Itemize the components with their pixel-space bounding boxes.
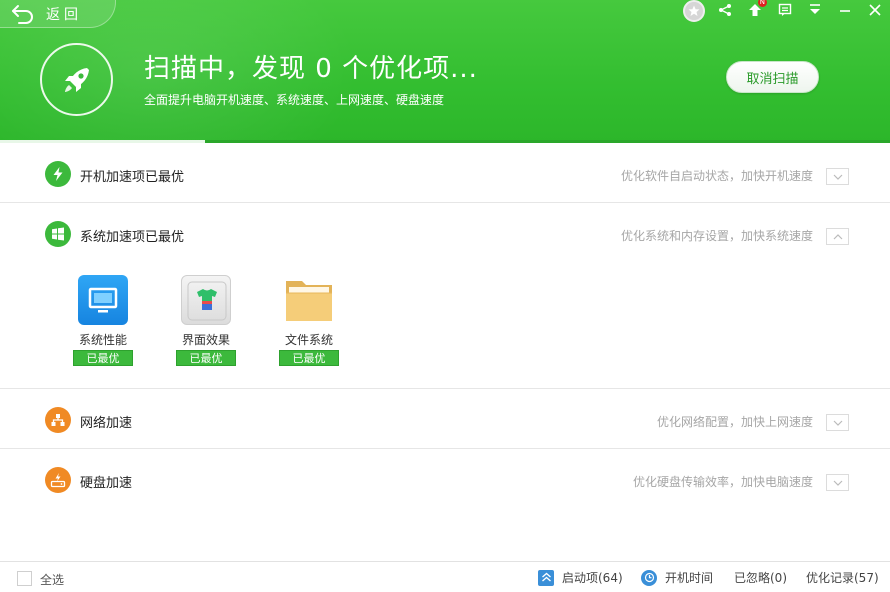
section-boot: 开机加速项已最优 优化软件自启动状态，加快开机速度	[0, 143, 890, 203]
upgrade-button[interactable]: N	[740, 0, 770, 19]
message-icon	[778, 3, 792, 16]
section-title: 硬盘加速	[80, 476, 133, 491]
section-header-harddisk[interactable]: 硬盘加速 优化硬盘传输效率，加快电脑速度	[0, 449, 890, 509]
chevron-down-icon	[833, 420, 842, 426]
window-controls: N	[710, 0, 890, 20]
section-header-network[interactable]: 网络加速 优化网络配置，加快上网速度	[0, 389, 890, 449]
optimization-items: 系统性能 已最优 界面效果 已最优 文件系统 已最优	[0, 263, 890, 388]
item-interface-effects[interactable]: 界面效果 已最优	[171, 275, 241, 375]
section-icon-boot	[45, 161, 71, 187]
network-icon	[51, 414, 65, 426]
back-arrow-icon	[12, 4, 33, 24]
select-all-label: 全选	[40, 573, 65, 587]
footer-bar: 全选 启动项(64) 开机时间 已忽略(0) 优化记录(57)	[0, 561, 890, 592]
expand-toggle[interactable]	[826, 414, 849, 431]
cancel-scan-button[interactable]: 取消扫描	[726, 61, 819, 93]
back-button[interactable]: 返回	[0, 0, 116, 28]
section-icon-network	[45, 407, 71, 433]
menu-down-icon	[810, 4, 820, 14]
item-label: 系统性能	[78, 333, 127, 347]
header-banner: 返回 N 扫描中，发现 0 个优化项... 全面提升电脑开机速度、系统速度、上网…	[0, 0, 890, 143]
section-header-system[interactable]: 系统加速项已最优 优化系统和内存设置，加快系统速度	[0, 203, 890, 263]
section-description: 优化系统和内存设置，加快系统速度	[620, 229, 813, 243]
history-link[interactable]: 优化记录(57)	[806, 569, 879, 586]
shirt-icon	[181, 275, 231, 325]
section-icon-system	[45, 221, 71, 247]
section-description: 优化网络配置，加快上网速度	[656, 415, 813, 429]
item-label: 界面效果	[181, 333, 230, 347]
expand-toggle[interactable]	[826, 474, 849, 491]
chevron-down-icon	[833, 480, 842, 486]
scan-subtitle: 全面提升电脑开机速度、系统速度、上网速度、硬盘速度	[144, 93, 445, 107]
startup-items-label: 启动项(64)	[562, 571, 623, 585]
harddisk-icon	[50, 473, 66, 488]
item-status-badge: 已最优	[73, 350, 133, 366]
menu-button[interactable]	[800, 1, 830, 19]
section-network: 网络加速 优化网络配置，加快上网速度	[0, 389, 890, 449]
lightning-icon	[53, 167, 63, 181]
section-system: 系统加速项已最优 优化系统和内存设置，加快系统速度 系统性能 已最优 界面效果 …	[0, 203, 890, 389]
message-button[interactable]	[770, 1, 800, 19]
scan-title: 扫描中，发现 0 个优化项...	[144, 54, 478, 84]
notification-badge: N	[757, 0, 767, 7]
collapse-toggle[interactable]	[826, 228, 849, 245]
section-icon-harddisk	[45, 467, 71, 493]
item-status-badge: 已最优	[279, 350, 339, 366]
item-file-system[interactable]: 文件系统 已最优	[274, 275, 344, 375]
skin-button[interactable]	[683, 0, 705, 22]
boot-time-label: 开机时间	[665, 571, 714, 585]
minimize-icon	[840, 10, 850, 12]
share-icon	[719, 4, 731, 16]
close-icon	[869, 4, 881, 16]
chevron-down-icon	[833, 174, 842, 180]
section-title: 网络加速	[80, 416, 133, 431]
item-status-badge: 已最优	[176, 350, 236, 366]
folder-icon	[284, 275, 334, 325]
ignored-link[interactable]: 已忽略(0)	[734, 569, 787, 586]
select-all-checkbox[interactable]	[17, 571, 32, 586]
section-title: 开机加速项已最优	[80, 170, 185, 185]
section-description: 优化硬盘传输效率，加快电脑速度	[632, 475, 813, 489]
history-label: 优化记录(57)	[806, 571, 879, 585]
boot-time-link[interactable]: 开机时间	[641, 569, 713, 586]
startup-icon	[538, 569, 554, 586]
rocket-icon	[64, 67, 89, 92]
startup-items-link[interactable]: 启动项(64)	[538, 569, 623, 586]
section-harddisk: 硬盘加速 优化硬盘传输效率，加快电脑速度	[0, 449, 890, 509]
item-label: 文件系统	[284, 333, 333, 347]
section-header-boot[interactable]: 开机加速项已最优 优化软件自启动状态，加快开机速度	[0, 143, 890, 203]
minimize-button[interactable]	[830, 1, 860, 19]
back-label: 返回	[46, 6, 82, 23]
ignored-label: 已忽略(0)	[734, 571, 787, 585]
star-icon	[688, 5, 700, 16]
windows-icon	[52, 227, 64, 241]
clock-icon	[641, 569, 657, 586]
item-system-performance[interactable]: 系统性能 已最优	[68, 275, 138, 375]
share-button[interactable]	[710, 1, 740, 19]
section-description: 优化软件自启动状态，加快开机速度	[620, 169, 813, 183]
chevron-up-icon	[833, 233, 842, 239]
rocket-badge	[40, 43, 113, 116]
expand-toggle[interactable]	[826, 168, 849, 185]
close-button[interactable]	[860, 1, 890, 19]
monitor-icon	[78, 275, 128, 325]
section-title: 系统加速项已最优	[80, 230, 185, 245]
